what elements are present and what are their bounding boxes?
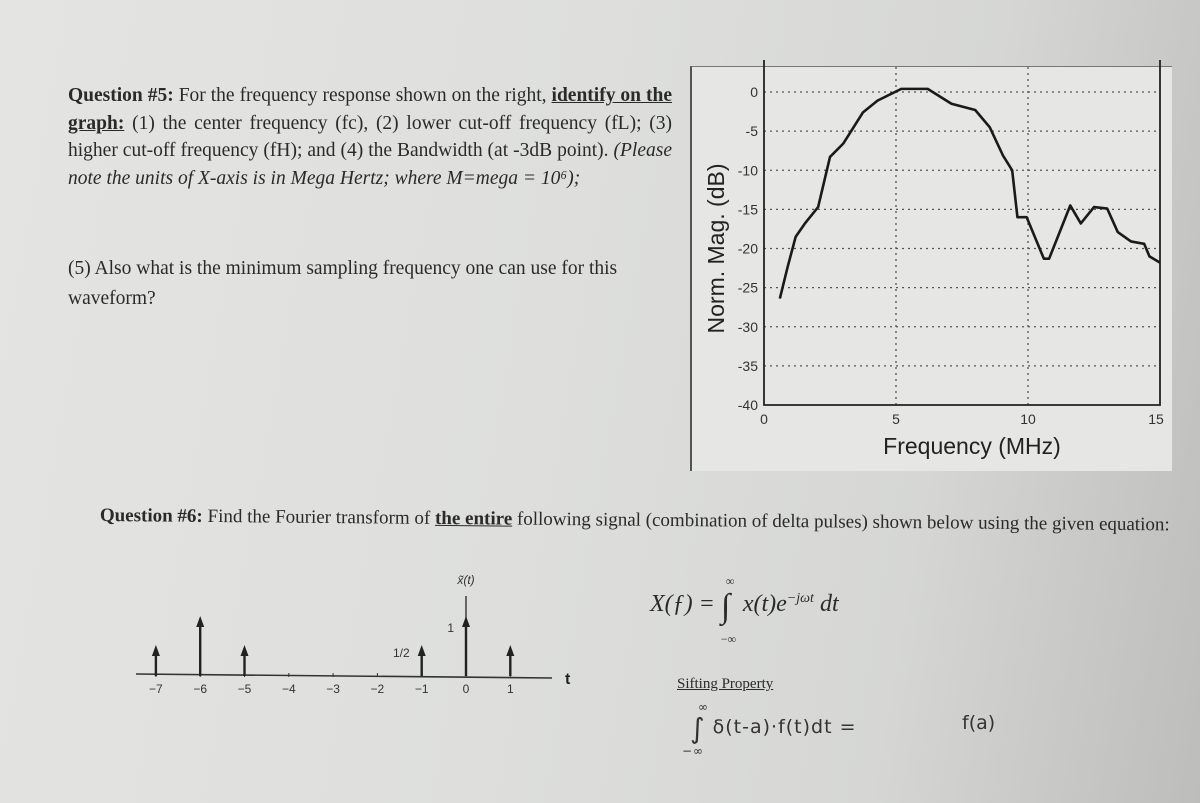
impulse-arrow <box>240 645 249 656</box>
question-6-label: Question #6: <box>99 504 203 527</box>
y-tick-label: -15 <box>738 201 758 217</box>
integral-sign: ∫ ∞ −∞ <box>720 574 737 646</box>
t-tick-label: −7 <box>149 682 163 696</box>
sifting-equation: ∫ ∞ −∞ δ(t-a)·f(t)dt = <box>682 700 857 758</box>
q5-body: (1) the center frequency (fc), (2) lower… <box>68 112 672 162</box>
sifting-lhs: δ(t-a)·f(t)dt = <box>712 716 857 738</box>
y-tick-label: -30 <box>738 319 758 335</box>
t-tick-label: −1 <box>415 682 429 696</box>
impulse-arrow <box>462 616 470 627</box>
fourier-equation: X(ƒ) = ∫ ∞ −∞ x(t)e−jωt dt <box>650 574 839 646</box>
fourier-lhs: X(ƒ) = <box>650 591 715 617</box>
t-tick-label: 1 <box>507 682 514 696</box>
y-tick-label: 0 <box>750 84 758 100</box>
impulse-label: 1 <box>447 621 454 635</box>
sifting-rhs: f(a) <box>962 712 996 734</box>
upper-limit: ∞ <box>698 700 709 714</box>
impulse-label: 1/2 <box>393 646 410 660</box>
impulse-arrow <box>506 645 515 656</box>
t-tick-label: −3 <box>326 682 340 696</box>
axes-frame <box>763 60 1161 406</box>
impulse-arrow <box>417 645 426 656</box>
x-axis-label: Frequency (MHz) <box>883 433 1061 459</box>
t-tick-label: −6 <box>193 682 207 696</box>
integral-sign: ∫ ∞ −∞ <box>682 700 709 758</box>
y-tick-label: -25 <box>738 280 758 296</box>
t-tick-label: 0 <box>463 682 470 696</box>
impulse-arrow <box>196 616 205 627</box>
signal-title: x̃(t) <box>456 573 474 587</box>
y-tick-label: -35 <box>738 358 758 374</box>
q6-underlined: the entire <box>434 507 513 530</box>
upper-limit: ∞ <box>725 574 735 588</box>
t-tick-label: −2 <box>371 682 385 696</box>
t-axis <box>135 673 553 679</box>
y-tick-label: -20 <box>738 241 758 257</box>
x-tick-label: 10 <box>1020 411 1036 427</box>
q6-text-before: Find the Fourier transform of <box>202 505 436 529</box>
y-tick-label: -5 <box>746 123 759 139</box>
x-tick-label: 15 <box>1148 411 1164 427</box>
sifting-property-title: Sifting Property <box>677 676 774 692</box>
x-tick-label: 5 <box>892 411 900 427</box>
lower-limit: −∞ <box>682 744 705 758</box>
x-tick-label: 0 <box>760 411 768 427</box>
question-5-text: Question #5: For the frequency response … <box>68 82 672 192</box>
response-curve <box>778 87 1161 299</box>
y-tick-label: -10 <box>738 162 758 178</box>
frequency-response-chart: 0-5-10-15-20-25-30-35-400 5 10 15Frequency … <box>703 60 1164 459</box>
t-axis-label: t <box>565 671 571 688</box>
fourier-integrand: x(t)e <box>742 591 787 617</box>
y-tick-label: -40 <box>738 397 758 413</box>
impulse-arrow <box>151 645 160 656</box>
fourier-dt: dt <box>819 591 839 617</box>
q5-intro: For the frequency response shown on the … <box>173 85 547 106</box>
delta-signal-plot: t −7 −6 −5 −4 −3 −2 −1 0 1 x̃(t) 1/2 1 <box>135 573 571 696</box>
t-tick-label: −5 <box>238 682 252 696</box>
y-axis-label: Norm. Mag. (dB) <box>703 164 729 334</box>
question-6-text: Question #6: Find the Fourier transform … <box>100 502 1170 538</box>
question-5-part-5: (5) Also what is the minimum sampling fr… <box>68 258 618 309</box>
t-tick-label: −4 <box>282 682 296 696</box>
question-5-label: Question #5: <box>68 85 174 106</box>
q6-text-after: following signal (combination of delta p… <box>512 508 1170 536</box>
lower-limit: −∞ <box>720 632 737 646</box>
fourier-exponent: −jωt <box>786 591 814 606</box>
